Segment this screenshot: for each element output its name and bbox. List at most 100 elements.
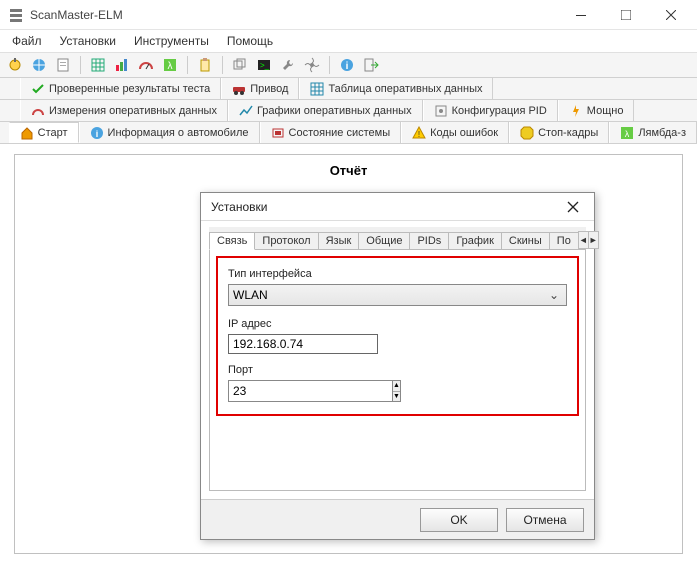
menu-settings[interactable]: Установки (52, 32, 124, 50)
tab-op-data-graphs[interactable]: Графики оперативных данных (228, 100, 423, 121)
toolbar-exit-icon[interactable] (360, 54, 382, 76)
gauge-icon (31, 104, 45, 118)
menu-bar: Файл Установки Инструменты Помощь (0, 30, 697, 52)
tab-label: Стоп-кадры (538, 127, 598, 139)
tab-row-1: Проверенные результаты теста Привод Табл… (0, 78, 697, 100)
tab-label: Конфигурация PID (452, 105, 547, 117)
warning-icon: ! (412, 126, 426, 140)
window-maximize-button[interactable] (603, 1, 648, 29)
home-icon (20, 126, 34, 140)
toolbar-terminal-icon[interactable]: >_ (253, 54, 275, 76)
toolbar-gauge-icon[interactable] (135, 54, 157, 76)
interface-type-label: Тип интерфейса (228, 268, 567, 280)
tab-start[interactable]: Старт (9, 122, 79, 143)
tab-label: Лямбда-з (638, 127, 686, 139)
toolbar-fan-icon[interactable] (301, 54, 323, 76)
port-spinner-up[interactable]: ▲ (393, 381, 400, 392)
dialog-tab-skins[interactable]: Скины (501, 232, 550, 249)
ip-address-input[interactable] (228, 334, 378, 354)
port-spinner[interactable]: ▲ ▼ (228, 380, 348, 402)
tab-label: Информация о автомобиле (108, 127, 249, 139)
chevron-down-icon: ⌄ (546, 288, 562, 302)
window-titlebar: ScanMaster-ELM (0, 0, 697, 30)
dialog-tab-protocol[interactable]: Протокол (254, 232, 318, 249)
config-icon (434, 104, 448, 118)
cancel-button[interactable]: Отмена (506, 508, 584, 532)
toolbar-info-icon[interactable]: i (336, 54, 358, 76)
tab-error-codes[interactable]: ! Коды ошибок (401, 122, 509, 143)
dialog-body: Связь Протокол Язык Общие PIDs График Ск… (201, 221, 594, 499)
toolbar-separator (329, 56, 330, 74)
settings-dialog: Установки Связь Протокол Язык Общие PIDs… (200, 192, 595, 540)
toolbar-doc-icon[interactable] (52, 54, 74, 76)
tab-op-data-meas[interactable]: Измерения оперативных данных (20, 100, 228, 121)
tab-label: Мощно (587, 105, 624, 117)
car-icon (232, 82, 246, 96)
dialog-close-button[interactable] (558, 195, 588, 219)
port-spinner-buttons: ▲ ▼ (393, 380, 401, 402)
dialog-tabs: Связь Протокол Язык Общие PIDs График Ск… (209, 227, 586, 249)
tab-label: Графики оперативных данных (257, 105, 412, 117)
toolbar-plug-icon[interactable] (4, 54, 26, 76)
port-spinner-down[interactable]: ▼ (393, 392, 400, 402)
dialog-tab-general[interactable]: Общие (358, 232, 410, 249)
check-icon (31, 82, 45, 96)
dialog-tab-language[interactable]: Язык (318, 232, 360, 249)
toolbar-globe-icon[interactable] (28, 54, 50, 76)
svg-text:i: i (95, 129, 98, 139)
tab-label: Таблица оперативных данных (328, 83, 482, 95)
toolbar-separator (80, 56, 81, 74)
table-icon (310, 82, 324, 96)
power-icon (569, 104, 583, 118)
menu-file[interactable]: Файл (4, 32, 50, 50)
port-input[interactable] (228, 380, 393, 402)
dialog-titlebar: Установки (201, 193, 594, 221)
tab-row-2: Измерения оперативных данных Графики опе… (0, 100, 697, 122)
toolbar-wrench-icon[interactable] (277, 54, 299, 76)
dialog-tab-connection[interactable]: Связь (209, 232, 255, 250)
dialog-tab-graph[interactable]: График (448, 232, 502, 249)
interface-type-value: WLAN (233, 288, 268, 302)
svg-text:>_: >_ (260, 61, 270, 70)
info-icon: i (90, 126, 104, 140)
menu-tools[interactable]: Инструменты (126, 32, 217, 50)
tab-op-data-table[interactable]: Таблица оперативных данных (299, 78, 493, 99)
ok-button[interactable]: OK (420, 508, 498, 532)
window-title: ScanMaster-ELM (30, 8, 123, 22)
ip-address-label: IP адрес (228, 318, 567, 330)
tab-system-state[interactable]: Состояние системы (260, 122, 402, 143)
window-close-button[interactable] (648, 1, 693, 29)
tab-freeze-frames[interactable]: Стоп-кадры (509, 122, 609, 143)
menu-help[interactable]: Помощь (219, 32, 281, 50)
toolbar-table-icon[interactable] (87, 54, 109, 76)
tab-verified-results[interactable]: Проверенные результаты теста (20, 78, 221, 99)
dialog-tab-po[interactable]: По (549, 232, 579, 249)
svg-text:λ: λ (168, 61, 173, 72)
tab-lambda[interactable]: λ Лямбда-з (609, 122, 697, 143)
report-title: Отчёт (15, 155, 682, 186)
tab-pid-config[interactable]: Конфигурация PID (423, 100, 558, 121)
app-icon (8, 7, 24, 23)
dialog-tabs-scroll-right[interactable]: ► (588, 231, 599, 249)
toolbar-separator (222, 56, 223, 74)
toolbar-clipboard-icon[interactable] (194, 54, 216, 76)
svg-text:λ: λ (625, 129, 630, 139)
port-label: Порт (228, 364, 567, 376)
tab-drive[interactable]: Привод (221, 78, 299, 99)
interface-type-combobox[interactable]: WLAN ⌄ (228, 284, 567, 306)
tab-label: Старт (38, 127, 68, 139)
connection-settings-frame: Тип интерфейса WLAN ⌄ IP адрес Порт ▲ ▼ (216, 256, 579, 416)
toolbar-barchart-icon[interactable] (111, 54, 133, 76)
dialog-tab-pids[interactable]: PIDs (409, 232, 449, 249)
tab-power[interactable]: Мощно (558, 100, 635, 121)
toolbar: λ >_ i (0, 52, 697, 78)
dialog-title: Установки (211, 200, 267, 214)
toolbar-lambda-icon[interactable]: λ (159, 54, 181, 76)
window-minimize-button[interactable] (558, 1, 603, 29)
tab-label: Состояние системы (289, 127, 391, 139)
dialog-tab-content: Тип интерфейса WLAN ⌄ IP адрес Порт ▲ ▼ (209, 249, 586, 491)
tab-label: Коды ошибок (430, 127, 498, 139)
toolbar-separator (187, 56, 188, 74)
toolbar-windows-icon[interactable] (229, 54, 251, 76)
tab-vehicle-info[interactable]: i Информация о автомобиле (79, 122, 260, 143)
